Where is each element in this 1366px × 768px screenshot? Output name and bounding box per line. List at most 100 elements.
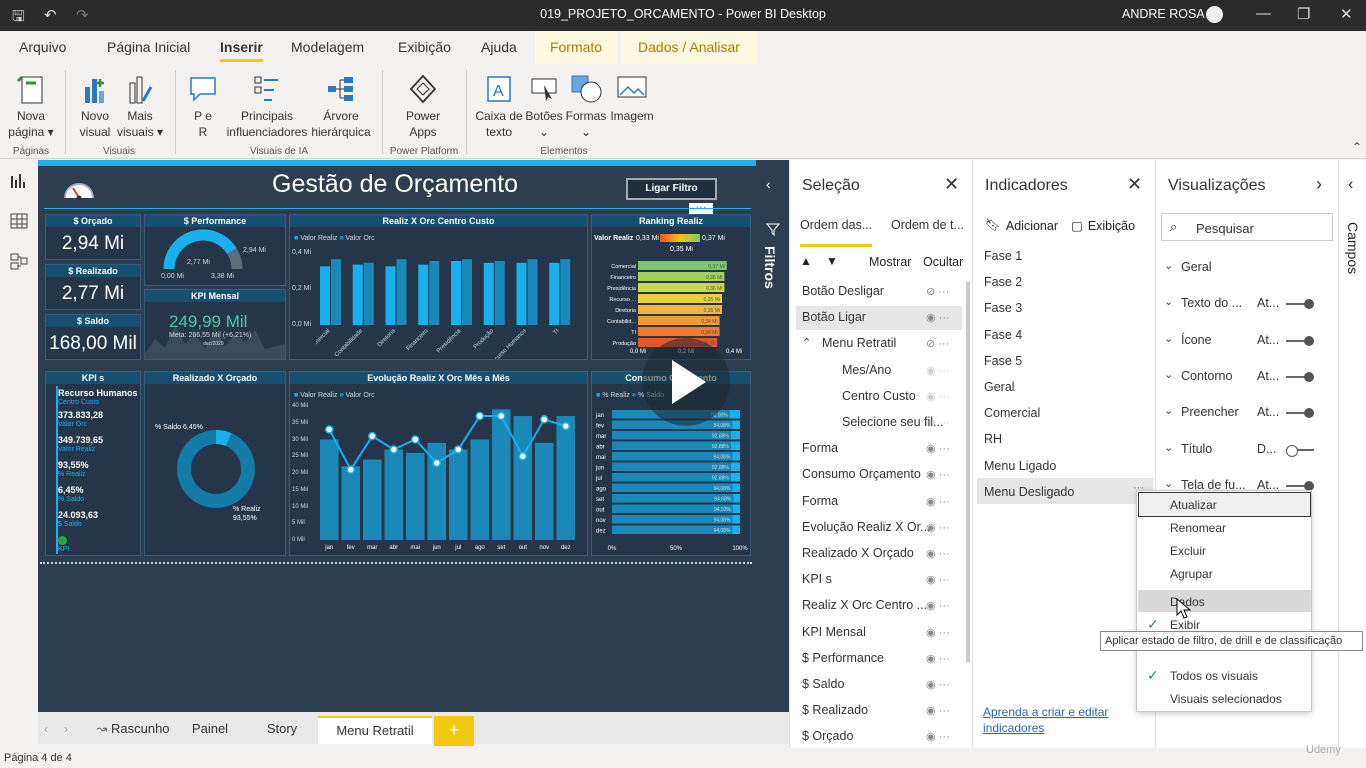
eye-icon[interactable]: ◉ ··· [926,599,950,612]
toggle-switch[interactable] [1286,408,1314,419]
eye-icon[interactable]: ◉ ··· [926,704,950,717]
layer-item[interactable]: Mes/Ano [842,363,891,377]
page-tab-rascunho[interactable]: ↝ Rascunho [88,716,178,744]
eye-icon[interactable]: ◉ ··· [926,311,950,324]
adicionar-button[interactable]: 🔖︎ Adicionar [985,218,1058,233]
chevron-down-icon[interactable]: ⌄ [1164,259,1173,272]
move-up-icon[interactable]: ▲ [800,254,812,268]
menu-item-visuais-selecionados[interactable]: Visuais selecionados [1170,692,1282,706]
bookmark-item[interactable]: Fase 4 [984,328,1022,342]
layer-item[interactable]: Forma [802,494,838,508]
tab-dados-analisar[interactable]: Dados / Analisar [621,31,757,64]
kpi-card-saldo[interactable]: $ Saldo 168,00 Mil [45,314,141,360]
eye-icon[interactable]: ◉ ··· [926,416,950,429]
format-section[interactable]: Ícone [1181,333,1212,347]
layer-item[interactable]: Realiz X Orc Centro ... [802,598,927,612]
chevron-right-icon[interactable]: › [1316,174,1322,195]
menu-item-excluir[interactable]: Excluir [1170,544,1206,558]
kpi-card-realizado[interactable]: $ Realizado 2,77 Mi [45,264,141,310]
toggle-switch[interactable] [1286,371,1314,382]
menu-item-renomear[interactable]: Renomear [1170,521,1226,535]
exibicao-button[interactable]: ▢ Exibição [1071,218,1135,234]
layer-item[interactable]: Consumo Orçamento [802,467,921,481]
format-section[interactable]: Texto do ... [1181,296,1242,310]
report-view-icon[interactable] [10,172,28,190]
hidden-eye-icon[interactable]: ⊘ ··· [926,337,949,350]
mostrar-button[interactable]: Mostrar [869,255,911,269]
eye-icon[interactable]: ◉ ··· [926,652,950,665]
eye-icon[interactable]: ◉ ··· [926,364,950,377]
prev-page-icon[interactable]: ‹ [44,722,48,736]
bookmark-item[interactable]: Fase 5 [984,354,1022,368]
format-section[interactable]: Título [1181,442,1212,456]
tab-exibicao[interactable]: Exibição [398,39,451,55]
tab-ordem-de-tabulacao[interactable]: Ordem de t... [891,218,964,232]
menu-item-exibir[interactable]: Exibir [1170,618,1200,632]
donut-chart[interactable]: Realizado X Orçado % Saldo 6,45% % Reali… [144,371,286,556]
eye-icon[interactable]: ◉ ··· [926,678,950,691]
toggle-switch[interactable] [1286,444,1314,457]
expand-filters-icon[interactable]: ‹ [766,176,771,192]
filters-pane-collapsed[interactable]: ‹ Filtros [756,160,789,712]
add-page-button[interactable]: + [434,716,474,746]
menu-item-atualizar[interactable] [1138,492,1311,517]
imagem-button[interactable]: Imagem [608,72,656,124]
layer-item[interactable]: Botão Ligar [802,310,866,324]
format-section[interactable]: Preencher [1181,405,1239,419]
bookmark-item[interactable]: Menu Ligado [984,459,1056,473]
layer-item[interactable]: Menu Retratil [822,336,896,350]
restore-icon[interactable]: ❐ [1297,5,1310,23]
eye-icon[interactable]: ◉ ··· [926,390,950,403]
close-icon[interactable]: ✕ [1340,5,1353,23]
close-selecao-icon[interactable]: ✕ [944,174,959,195]
layer-item[interactable]: Forma [802,441,838,455]
bookmark-item[interactable]: Menu Desligado [984,485,1074,499]
search-input[interactable]: ⌕ Pesquisar [1161,213,1333,241]
next-page-icon[interactable]: › [64,722,68,736]
formas-button[interactable]: Formas ⌄ [564,72,608,140]
chevron-down-icon[interactable]: ⌄ [1164,477,1173,490]
eye-icon[interactable]: ◉ ··· [926,468,950,481]
kpi-card-orcado[interactable]: $ Orçado 2,94 Mi [45,214,141,260]
layer-item[interactable]: Realizado X Orçado [802,546,914,560]
novo-visual-button[interactable]: Novo visual [74,72,116,140]
menu-item-agrupar[interactable]: Agrupar [1170,567,1213,581]
scrollbar[interactable] [966,282,970,662]
bookmark-item[interactable]: RH [984,432,1002,446]
chevron-down-icon[interactable]: ⌄ [1164,441,1173,454]
page-tab-menu-retratil[interactable]: Menu Retratil [318,716,432,744]
eye-icon[interactable]: ◉ ··· [926,442,950,455]
data-view-icon[interactable] [10,212,28,230]
toggle-switch[interactable] [1286,335,1314,346]
bookmark-item[interactable]: Comercial [984,406,1040,420]
user-name[interactable]: ANDRE ROSA [1122,7,1205,21]
layer-item[interactable]: $ Realizado [802,703,868,717]
move-down-icon[interactable]: ▼ [826,254,838,268]
page-tab-painel[interactable]: Painel [178,716,242,744]
ocultar-button[interactable]: Ocultar [923,255,963,269]
tab-ajuda[interactable]: Ajuda [481,39,517,55]
menu-item-todos-os-visuais[interactable]: Todos os visuais [1170,669,1258,683]
performance-gauge[interactable]: $ Performance 2,77 Mi 0,00 Mi 3,38 Mi 2,… [144,214,286,286]
ligar-filtro-button[interactable]: Ligar Filtro [626,178,717,200]
arvore-hierarquica-button[interactable]: Árvore hierárquica [310,72,372,140]
menu-item-dados[interactable] [1138,590,1311,612]
format-section[interactable]: Geral [1181,260,1212,274]
tab-inserir[interactable]: Inserir [220,39,263,62]
aprenda-link[interactable]: Aprenda a criar e editar indicadores [983,704,1108,736]
tab-ordem-das-camadas[interactable]: Ordem das... [800,218,872,232]
minimize-icon[interactable]: — [1256,5,1271,22]
hidden-eye-icon[interactable]: ⊘ ··· [926,285,949,298]
tab-arquivo[interactable]: Arquivo [19,39,66,55]
p-e-r-button[interactable]: P eR [184,72,222,140]
tab-modelagem[interactable]: Modelagem [291,39,364,55]
tab-formato[interactable]: Formato [535,31,617,64]
avatar[interactable] [1206,6,1223,23]
campos-pane-collapsed[interactable]: ‹ Campos [1338,160,1366,748]
video-play-overlay[interactable] [642,338,730,426]
layer-item[interactable]: Botão Desligar [802,284,884,298]
collapse-ribbon-icon[interactable]: ⌃ [1352,140,1362,154]
chevron-down-icon[interactable]: ⌄ [1164,404,1173,417]
collapse-group-icon[interactable]: ⌃ [802,336,811,349]
evolucao-chart[interactable]: Evolução Realiz X Orc Mês a Mês ■ Valor … [289,371,588,556]
